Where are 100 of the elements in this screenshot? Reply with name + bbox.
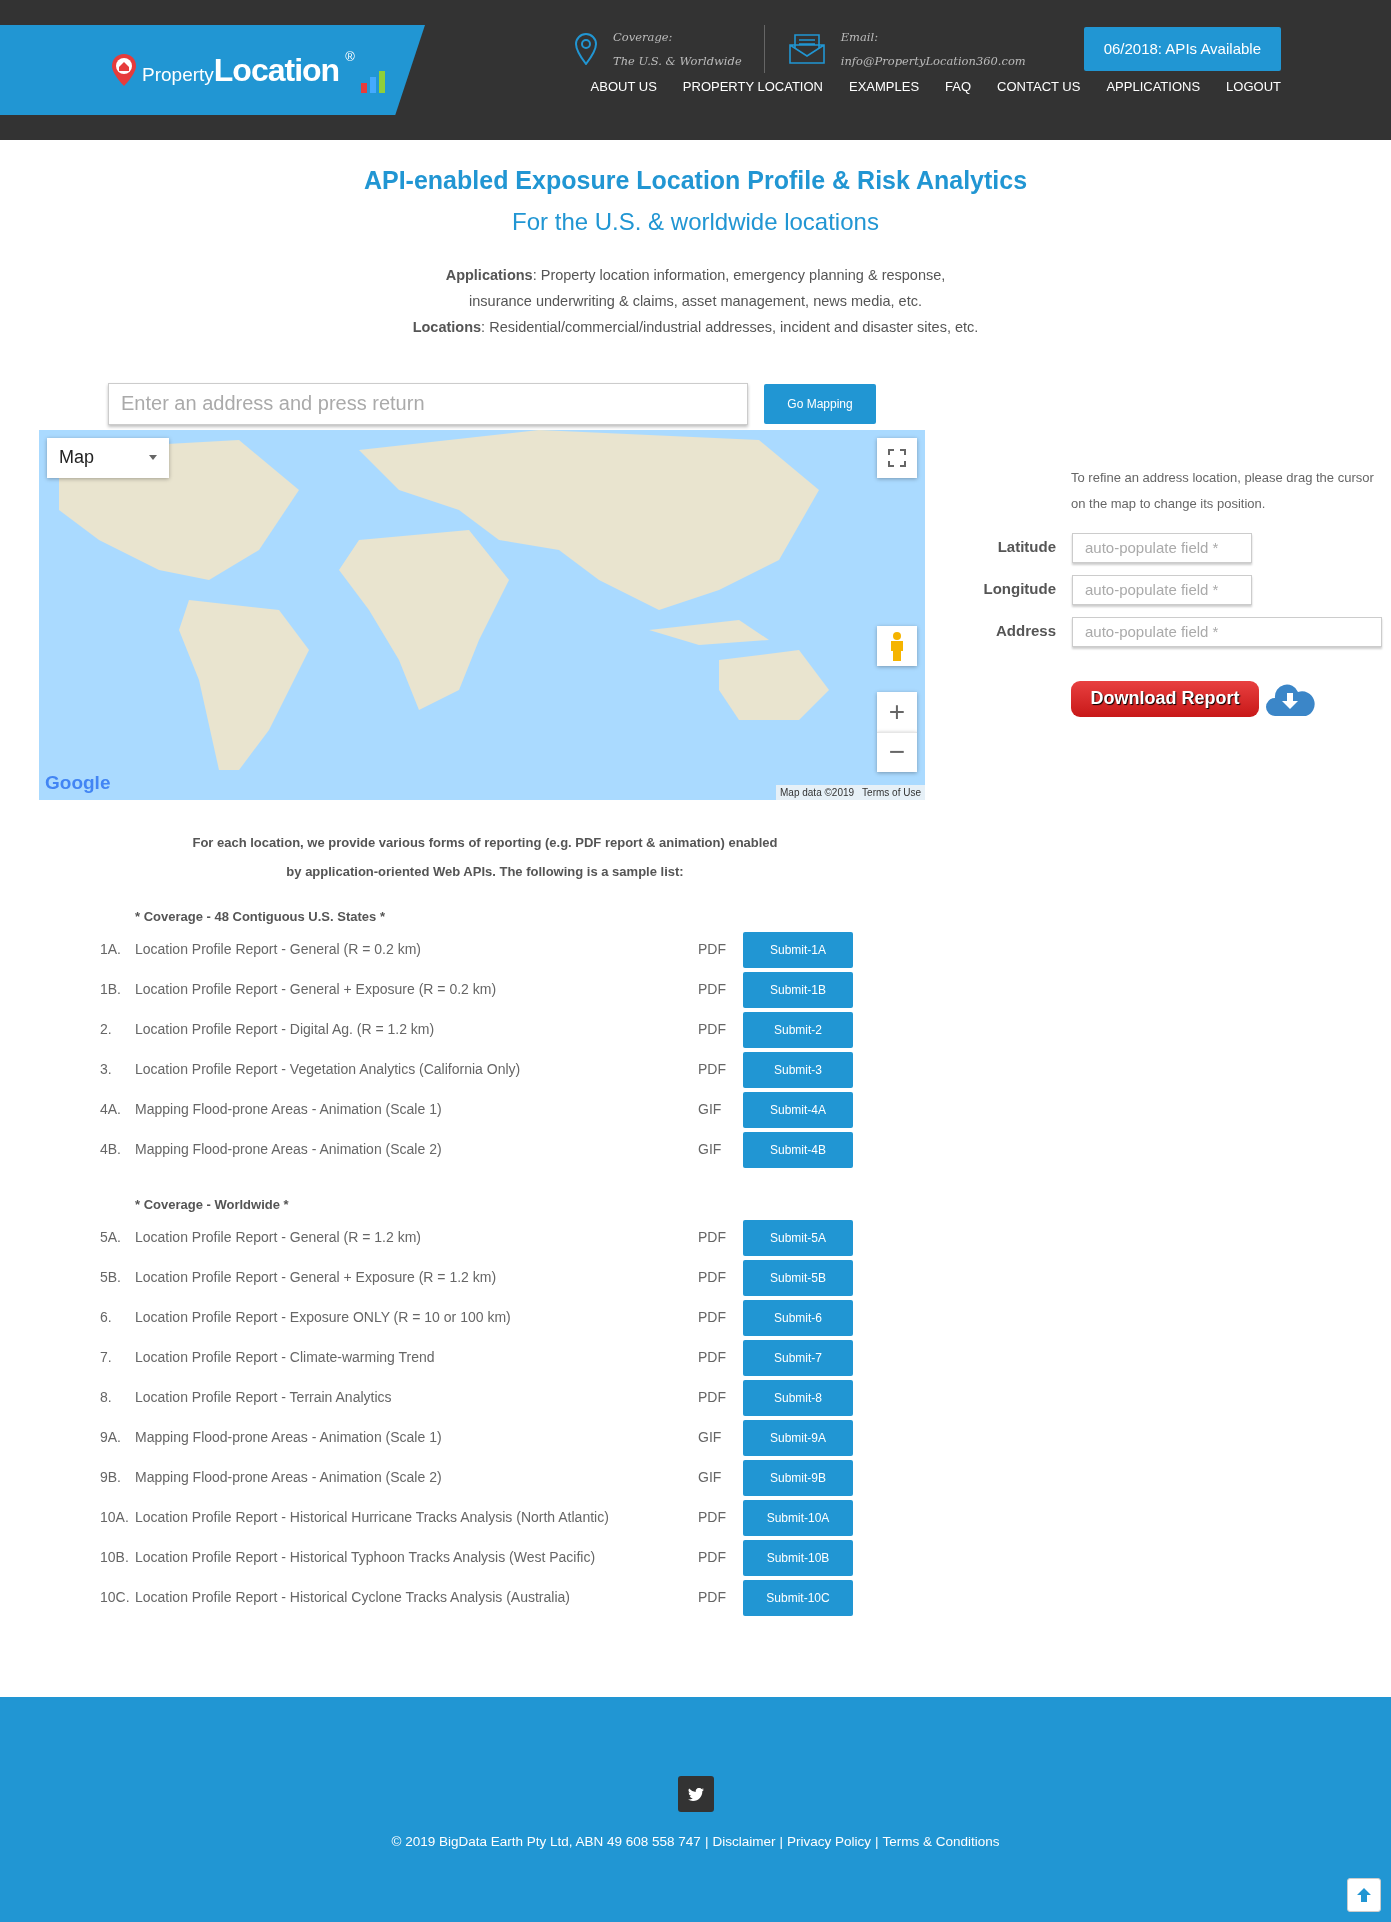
coordinate-field[interactable]: auto-populate field * xyxy=(1072,574,1252,605)
footer-link[interactable]: Disclaimer xyxy=(712,1832,776,1853)
separator: | xyxy=(779,1833,783,1851)
submit-button[interactable]: Submit-6 xyxy=(743,1299,853,1336)
section-heading: * Coverage - Worldwide * xyxy=(135,1195,290,1214)
format-label: PDF xyxy=(698,1388,727,1407)
nav-link[interactable]: FAQ xyxy=(945,77,972,97)
item-number: 10C. xyxy=(100,1588,131,1607)
location-pin-icon xyxy=(575,33,597,65)
format-label: PDF xyxy=(698,1548,727,1567)
item-number: 3. xyxy=(100,1060,113,1079)
submit-button[interactable]: Submit-5A xyxy=(743,1219,853,1256)
registered-mark: ® xyxy=(345,48,355,66)
item-number: 4A. xyxy=(100,1100,122,1119)
format-label: PDF xyxy=(698,940,727,959)
item-number: 1A. xyxy=(100,940,122,959)
page-title: API-enabled Exposure Location Profile & Risk Analytics xyxy=(362,165,1029,196)
logo-banner[interactable]: PropertyLocation ® xyxy=(0,25,425,115)
report-title: Location Profile Report - General (R = 1.2 km) xyxy=(135,1228,422,1247)
submit-button[interactable]: Submit-10B xyxy=(743,1539,853,1576)
twitter-button[interactable] xyxy=(677,1776,714,1812)
download-report-button[interactable]: Download Report xyxy=(1071,680,1259,717)
report-title: Location Profile Report - Climate-warming Trend xyxy=(135,1348,436,1367)
nav-link[interactable]: APPLICATIONS xyxy=(1106,77,1201,97)
refine-hint: To refine an address location, please drag the cursor on the map to change its position. xyxy=(1071,468,1375,513)
fullscreen-button[interactable] xyxy=(877,437,917,478)
item-number: 8. xyxy=(100,1388,113,1407)
back-to-top-button[interactable] xyxy=(1347,1878,1381,1912)
section-heading: * Coverage - 48 Contiguous U.S. States * xyxy=(135,907,386,926)
format-label: PDF xyxy=(698,980,727,999)
report-title: Mapping Flood-prone Areas - Animation (Scale 2) xyxy=(135,1468,443,1487)
nav-link[interactable]: PROPERTY LOCATION xyxy=(682,77,823,97)
report-title: Location Profile Report - Digital Ag. (R = 1.2 km) xyxy=(135,1020,436,1039)
item-number: 9A. xyxy=(100,1428,122,1447)
nav-link[interactable]: CONTACT US xyxy=(997,77,1081,97)
submit-button[interactable]: Submit-4B xyxy=(743,1131,853,1168)
format-label: PDF xyxy=(698,1228,727,1247)
submit-button[interactable]: Submit-9A xyxy=(743,1419,853,1456)
submit-button[interactable]: Submit-3 xyxy=(743,1051,853,1088)
report-title: Location Profile Report - Historical Hurricane Tracks Analysis (North Atlantic) xyxy=(135,1508,610,1527)
format-label: GIF xyxy=(698,1140,723,1159)
submit-button[interactable]: Submit-8 xyxy=(743,1379,853,1416)
separator: | xyxy=(874,1833,879,1851)
format-label: PDF xyxy=(698,1020,727,1039)
submit-button[interactable]: Submit-5B xyxy=(743,1259,853,1296)
intro-paragraph: Applications: Property location information, emergency planning & response, insurance underwriting & claims, asset management, news media, etc. xyxy=(444,265,947,311)
report-title: Location Profile Report - Terrain Analytics xyxy=(135,1388,393,1407)
item-number: 5A. xyxy=(100,1228,122,1247)
report-title: Location Profile Report - Exposure ONLY (R = 10 or 100 km) xyxy=(135,1308,512,1327)
announcement-button[interactable]: 06/2018: APIs Available xyxy=(1083,26,1281,72)
field-label: Latitude xyxy=(996,537,1056,558)
caret-icon xyxy=(149,455,157,460)
intro-paragraph: Locations: Residential/commercial/industrial addresses, incident and disaster sites, etc. xyxy=(411,317,980,337)
coordinate-field[interactable]: auto-populate field * xyxy=(1072,532,1252,563)
submit-button[interactable]: Submit-10A xyxy=(743,1499,853,1536)
map-provider-logo: Google xyxy=(45,771,111,795)
report-title: Location Profile Report - General + Exposure (R = 1.2 km) xyxy=(135,1268,498,1287)
submit-button[interactable]: Submit-2 xyxy=(743,1011,853,1048)
report-title: Mapping Flood-prone Areas - Animation (Scale 1) xyxy=(135,1428,443,1447)
map-type-dropdown[interactable]: Map xyxy=(47,437,169,478)
submit-button[interactable]: Submit-4A xyxy=(743,1091,853,1128)
nav-link[interactable]: EXAMPLES xyxy=(849,77,920,97)
format-label: PDF xyxy=(698,1348,727,1367)
contact-value[interactable]: info@PropertyLocation360.com xyxy=(840,49,1026,73)
item-number: 1B. xyxy=(100,980,122,999)
zoom-out-button[interactable]: − xyxy=(877,731,917,772)
person-icon xyxy=(890,630,904,661)
submit-button[interactable]: Submit-10C xyxy=(743,1579,853,1616)
footer-link[interactable]: Terms & Conditions xyxy=(882,1832,1000,1853)
nav-link[interactable]: ABOUT US xyxy=(590,77,657,97)
contact-value: The U.S. & Worldwide xyxy=(613,53,742,70)
footer-link[interactable]: Privacy Policy xyxy=(786,1832,871,1853)
fullscreen-icon xyxy=(888,449,906,468)
item-number: 6. xyxy=(100,1308,113,1327)
report-title: Location Profile Report - Historical Typhoon Tracks Analysis (West Pacific) xyxy=(135,1548,597,1567)
submit-button[interactable]: Submit-1B xyxy=(743,971,853,1008)
format-label: PDF xyxy=(698,1268,727,1287)
report-title: Mapping Flood-prone Areas - Animation (Scale 1) xyxy=(135,1100,443,1119)
coordinate-field[interactable]: auto-populate field * xyxy=(1072,616,1382,647)
item-number: 5B. xyxy=(100,1268,122,1287)
format-label: PDF xyxy=(698,1308,727,1327)
submit-button[interactable]: Submit-7 xyxy=(743,1339,853,1376)
report-title: Mapping Flood-prone Areas - Animation (Scale 2) xyxy=(135,1140,443,1159)
envelope-icon xyxy=(788,34,825,64)
zoom-in-button[interactable]: + xyxy=(877,691,917,732)
bird-icon xyxy=(687,1787,704,1801)
terms-link[interactable]: Terms of Use xyxy=(858,784,925,800)
item-number: 9B. xyxy=(100,1468,122,1487)
map-area[interactable]: Map + − Google Map data ©2019 Terms of Use xyxy=(39,429,925,800)
address-field[interactable]: Enter an address and press return xyxy=(108,382,748,425)
nav-link[interactable]: LOGOUT xyxy=(1226,77,1281,97)
map-attribution: Map data ©2019 xyxy=(779,785,856,800)
house-pin-icon xyxy=(112,54,136,86)
reports-intro: For each location, we provide various forms of reporting (e.g. PDF report & animation) enabled by application-oriented Web APIs. The following is a sample list: xyxy=(191,833,779,881)
submit-button[interactable]: Submit-1A xyxy=(743,931,853,968)
submit-button[interactable]: Submit-9B xyxy=(743,1459,853,1496)
go-mapping-button[interactable]: Go Mapping xyxy=(764,383,876,424)
format-label: GIF xyxy=(698,1468,723,1487)
separator: | xyxy=(704,1833,709,1851)
item-number: 2. xyxy=(100,1020,113,1039)
